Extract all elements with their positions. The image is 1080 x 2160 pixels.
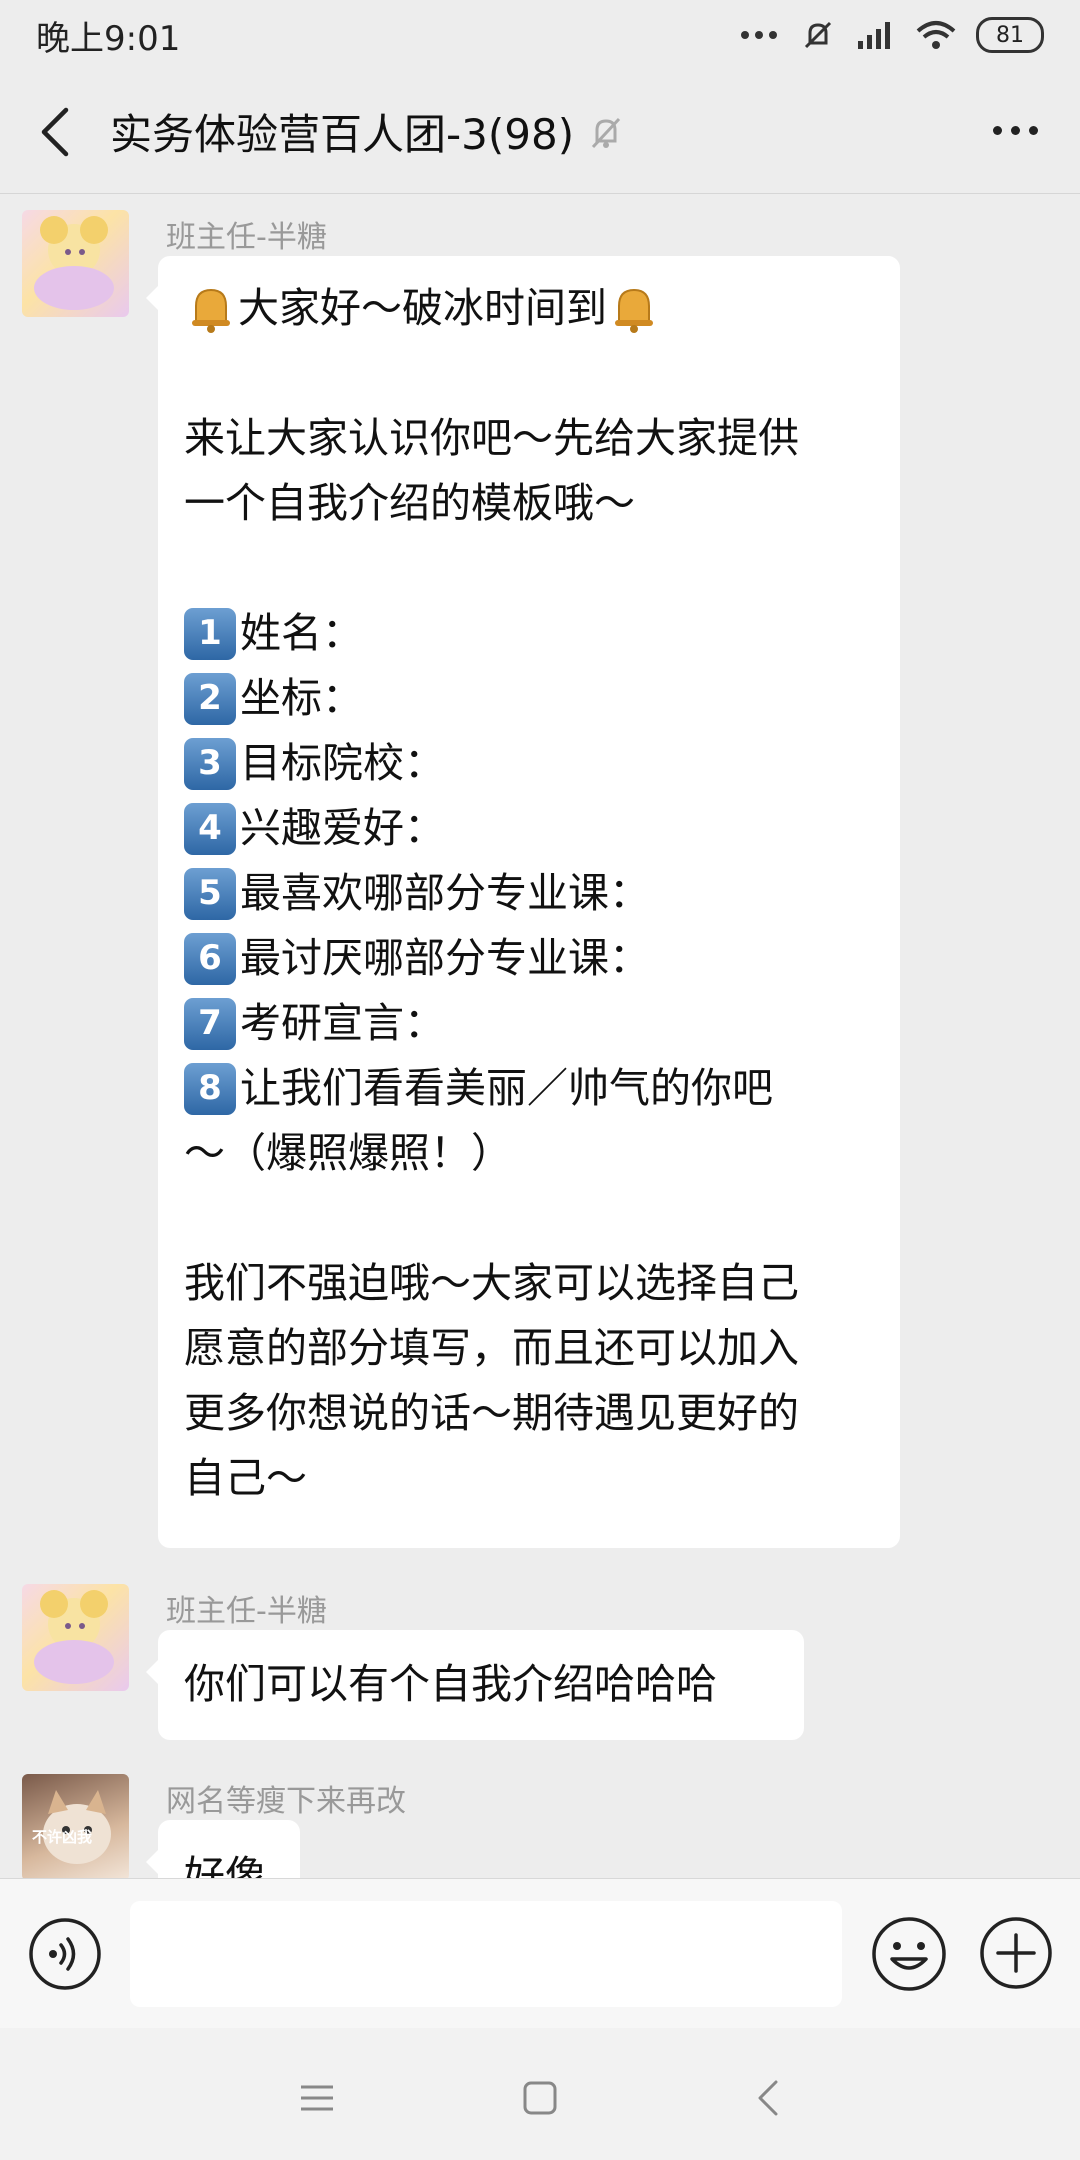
emoji-icon: [872, 1917, 946, 1991]
keycap-2-icon: 2: [184, 672, 236, 725]
template-item: 3 目标院校：: [184, 731, 874, 796]
battery-level: 81: [996, 22, 1024, 48]
keycap-3-icon: 3: [184, 737, 236, 790]
template-item: 1 姓名：: [184, 601, 874, 666]
sender-avatar[interactable]: [22, 1584, 129, 1691]
more-options-button[interactable]: [980, 100, 1050, 160]
message-bubble[interactable]: 你们可以有个自我介绍哈哈哈: [146, 1630, 804, 1740]
more-functions-button[interactable]: [978, 1915, 1054, 1991]
mute-bell-icon: [588, 112, 628, 152]
nav-back-icon: [758, 2080, 778, 2116]
message-bubble[interactable]: 好像: [146, 1820, 300, 1878]
system-navigation-bar: [0, 2028, 1080, 2160]
status-icons: 81: [740, 17, 1044, 53]
chat-header: 实务体验营百人团-3(98): [0, 70, 1080, 194]
keycap-4-icon: 4: [184, 802, 236, 855]
keycap-8-icon: 8: [184, 1062, 236, 1115]
keycap-7-icon: 7: [184, 997, 236, 1050]
emoji-button[interactable]: [870, 1915, 948, 1993]
home-square-icon: [523, 2081, 557, 2115]
plus-icon: [980, 1917, 1052, 1989]
keycap-6-icon: 6: [184, 932, 236, 985]
more-notifications-icon: [741, 31, 777, 39]
status-bar: 晚上9:01 81: [0, 0, 1080, 70]
template-item: 5 最喜欢哪部分专业课：: [184, 861, 874, 926]
nav-home-button[interactable]: [510, 2068, 570, 2128]
sender-avatar[interactable]: 不许凶我: [22, 1774, 129, 1878]
nav-menu-button[interactable]: [287, 2068, 347, 2128]
message-line: 大家好～破冰时间到: [184, 276, 874, 341]
signal-icon: [858, 22, 890, 49]
voice-button[interactable]: [28, 1917, 102, 1991]
avatar-caption: 不许凶我: [32, 1828, 93, 1846]
sender-name: 网名等瘦下来再改: [166, 1784, 406, 1819]
message-input[interactable]: [130, 1901, 842, 2007]
wifi-icon: [916, 21, 956, 49]
status-time: 晚上9:01: [36, 18, 181, 59]
input-bar: [0, 1878, 1080, 2029]
keycap-1-icon: 1: [184, 607, 236, 660]
voice-icon: [29, 1918, 101, 1990]
silent-mode-icon: [804, 21, 832, 49]
sender-name: 班主任-半糖: [166, 1594, 327, 1629]
template-item: 2 坐标：: [184, 666, 874, 731]
keycap-5-icon: 5: [184, 867, 236, 920]
chat-messages[interactable]: 班主任-半糖 大家好～破冰时间到 来让大家认识你吧～先给大家提供 一个自我介绍的…: [0, 194, 1080, 1878]
bell-emoji-icon: [607, 282, 661, 336]
sender-avatar[interactable]: [22, 210, 129, 317]
menu-icon: [301, 2085, 333, 2111]
nav-back-button[interactable]: [738, 2068, 798, 2128]
template-item: 6 最讨厌哪部分专业课：: [184, 926, 874, 991]
back-arrow-icon: [41, 107, 69, 156]
template-item: 8 让我们看看美丽／帅气的你吧: [184, 1056, 874, 1121]
template-item: 4 兴趣爱好：: [184, 796, 874, 861]
chat-title[interactable]: 实务体验营百人团-3(98): [110, 101, 574, 162]
back-button[interactable]: [6, 82, 106, 182]
bell-emoji-icon: [184, 282, 238, 336]
message-bubble[interactable]: 大家好～破冰时间到 来让大家认识你吧～先给大家提供 一个自我介绍的模板哦～ 1姓…: [146, 256, 900, 1548]
more-dots-icon: [992, 125, 1002, 135]
template-item: 7 考研宣言：: [184, 991, 874, 1056]
battery-indicator: 81: [976, 17, 1044, 53]
sender-name: 班主任-半糖: [166, 220, 327, 255]
